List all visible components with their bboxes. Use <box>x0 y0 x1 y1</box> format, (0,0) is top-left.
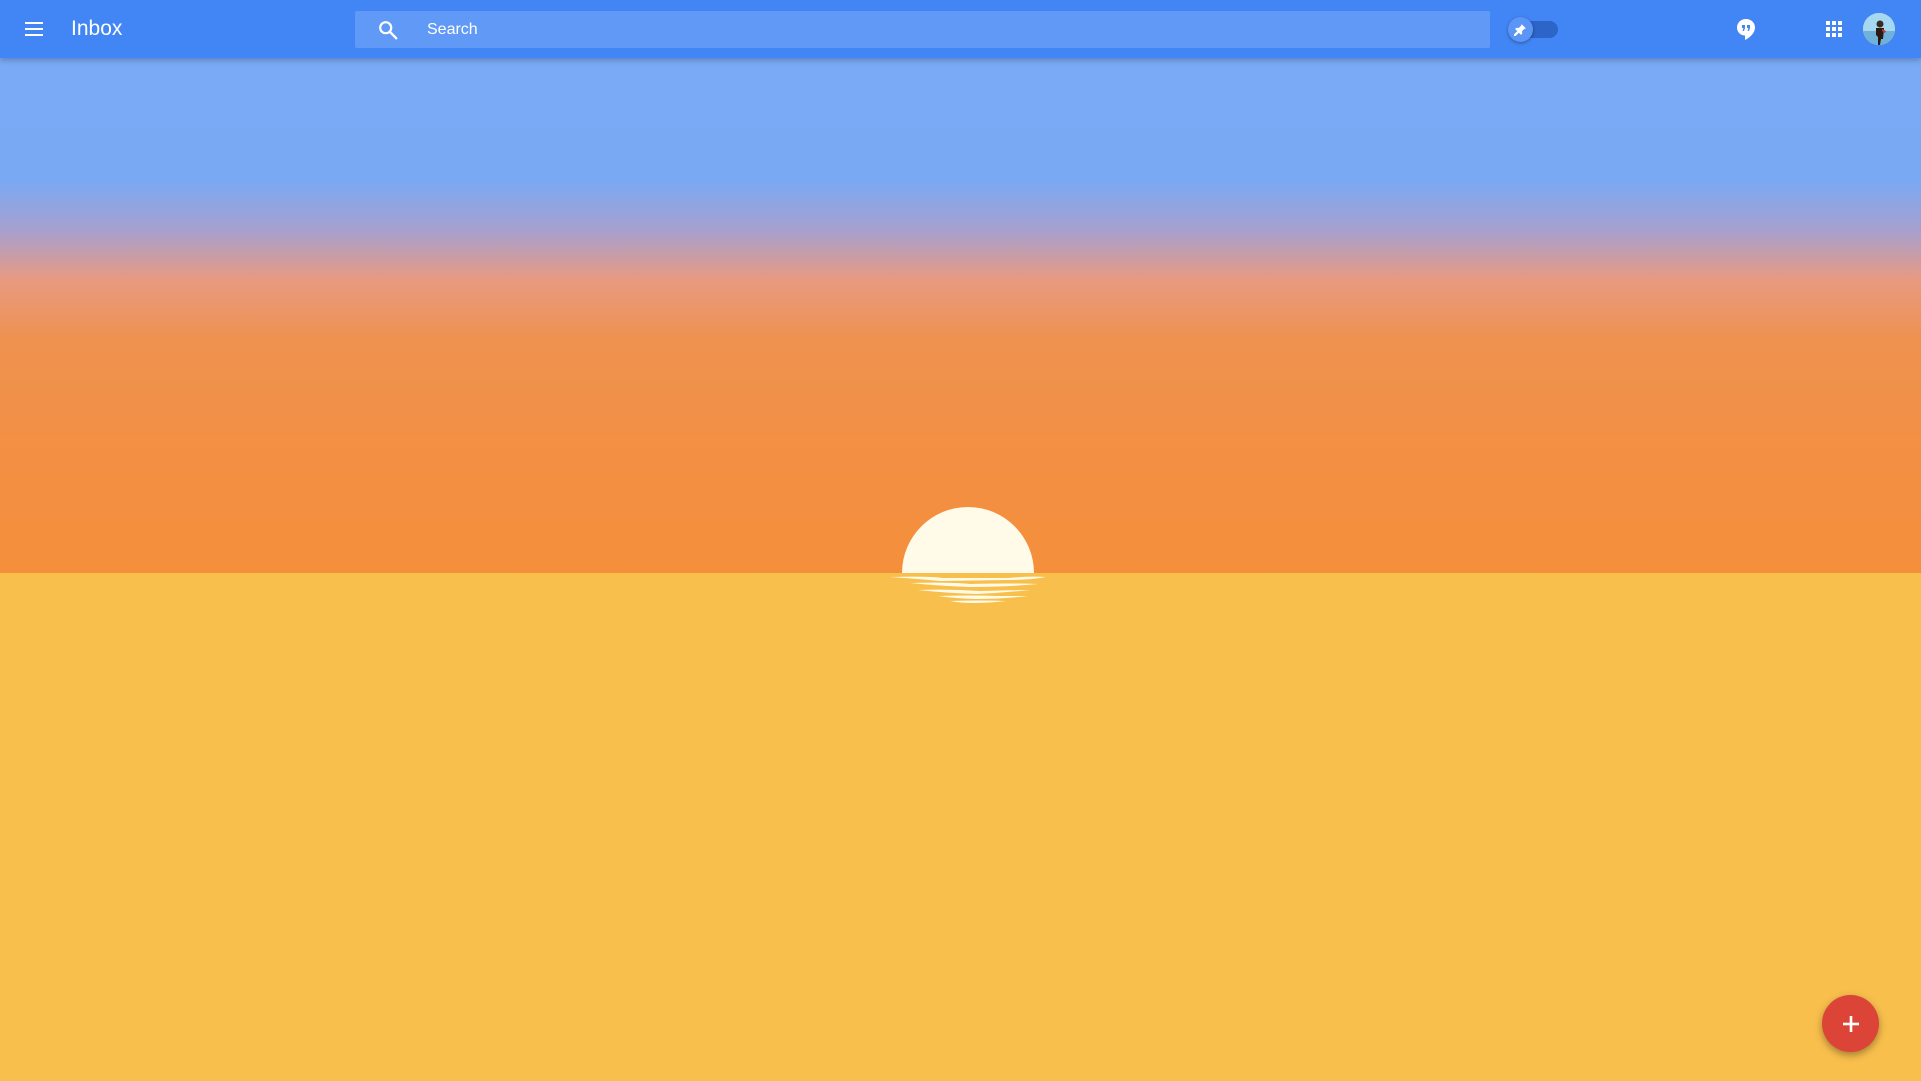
hangouts-icon <box>1737 19 1755 40</box>
inbox-app: Inbox <box>0 0 1921 1081</box>
empty-inbox-scene <box>0 0 1921 1081</box>
search-bar[interactable] <box>355 11 1490 48</box>
search-input[interactable] <box>427 11 1467 48</box>
page-title: Inbox <box>71 17 123 40</box>
toggle-knob <box>1508 17 1533 42</box>
main-menu-button[interactable] <box>17 15 51 43</box>
plus-icon <box>1842 1015 1859 1032</box>
account-avatar[interactable] <box>1863 13 1895 45</box>
compose-button[interactable] <box>1822 995 1879 1052</box>
top-app-bar: Inbox <box>0 0 1921 58</box>
pin-icon <box>1514 24 1526 36</box>
sea-background <box>0 573 1921 1081</box>
apps-grid-icon <box>1826 21 1842 37</box>
hangouts-button[interactable] <box>1733 16 1759 42</box>
pinned-toggle[interactable] <box>1508 17 1560 42</box>
hamburger-menu-icon <box>25 22 43 36</box>
search-icon <box>379 21 398 40</box>
sun-illustration <box>890 507 1046 603</box>
profile-photo-icon <box>1863 13 1895 45</box>
google-apps-button[interactable] <box>1822 17 1846 41</box>
